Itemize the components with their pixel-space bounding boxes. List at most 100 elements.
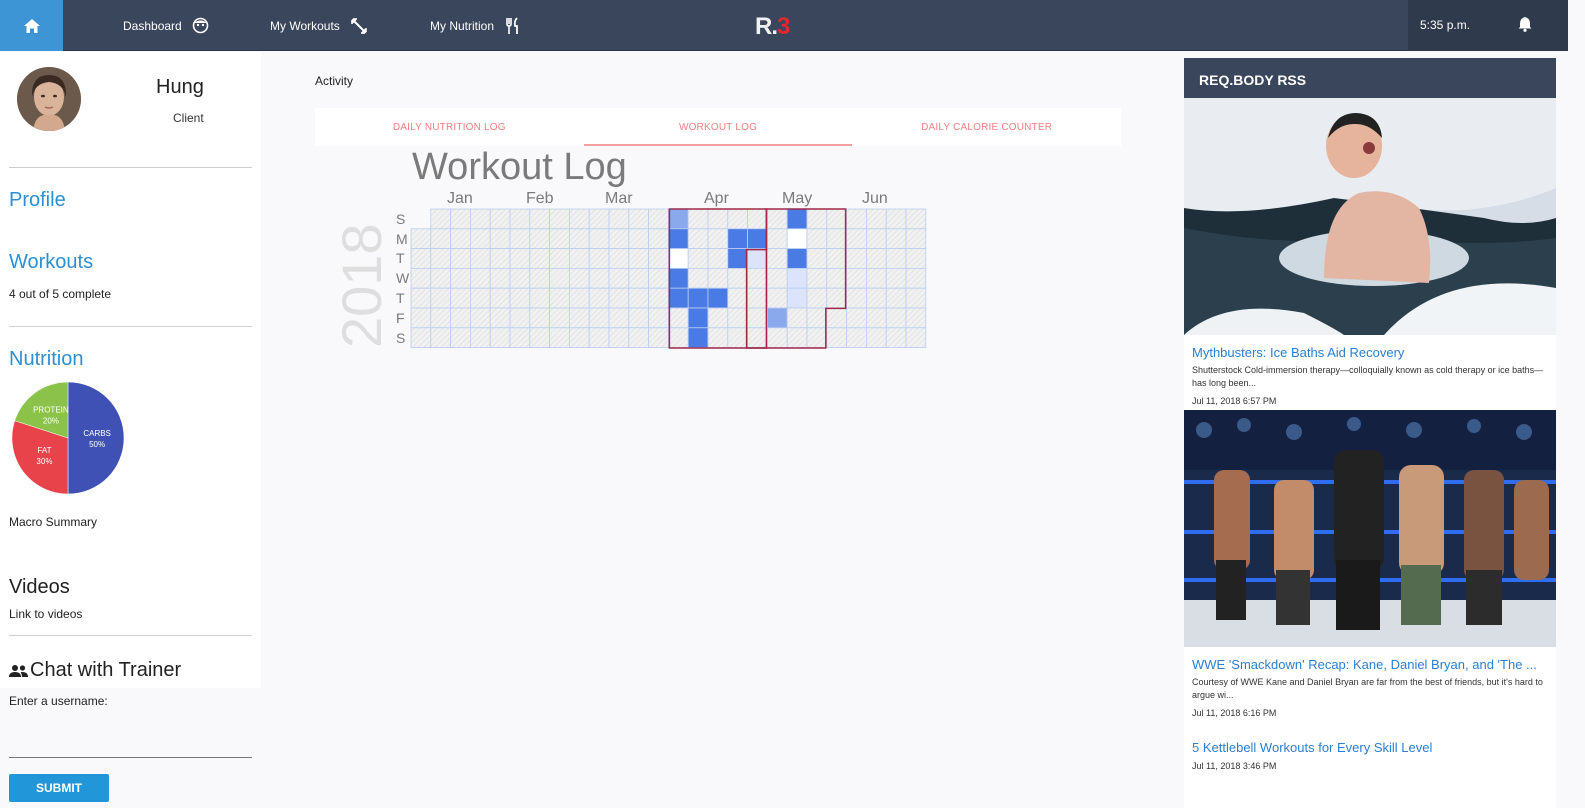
calendar-day-cell[interactable]	[727, 287, 748, 309]
calendar-day-cell[interactable]	[865, 327, 887, 349]
calendar-day-cell[interactable]	[826, 208, 847, 230]
calendar-day-cell[interactable]	[687, 208, 709, 230]
profile-link[interactable]: Profile	[9, 189, 66, 212]
calendar-day-cell[interactable]	[470, 307, 491, 329]
calendar-day-cell[interactable]	[549, 208, 570, 230]
calendar-day-cell[interactable]	[568, 287, 590, 309]
calendar-day-cell[interactable]	[489, 208, 511, 230]
nav-my-workouts[interactable]: My Workouts	[270, 0, 368, 51]
calendar-day-cell[interactable]	[450, 228, 471, 249]
calendar-day-cell[interactable]	[727, 327, 748, 349]
calendar-day-cell[interactable]	[747, 287, 768, 309]
calendar-day-cell[interactable]	[648, 287, 669, 309]
calendar-day-cell[interactable]	[766, 228, 788, 249]
calendar-day-cell[interactable]	[628, 228, 650, 249]
calendar-day-cell[interactable]	[628, 327, 650, 349]
calendar-day-cell[interactable]	[707, 228, 729, 249]
calendar-day-cell[interactable]	[628, 208, 650, 230]
calendar-day-cell[interactable]	[687, 327, 709, 349]
calendar-day-cell[interactable]	[727, 268, 748, 289]
calendar-day-cell[interactable]	[489, 248, 511, 269]
calendar-day-cell[interactable]	[865, 228, 887, 249]
calendar-day-cell[interactable]	[568, 248, 590, 269]
calendar-day-cell[interactable]	[529, 228, 551, 249]
calendar-day-cell[interactable]	[509, 248, 531, 269]
calendar-day-cell[interactable]	[648, 248, 669, 269]
calendar-day-cell[interactable]	[648, 228, 669, 249]
calendar-day-cell[interactable]	[667, 208, 689, 230]
calendar-day-cell[interactable]	[766, 248, 788, 269]
calendar-day-cell[interactable]	[410, 327, 432, 349]
calendar-day-cell[interactable]	[885, 208, 907, 230]
calendar-day-cell[interactable]	[766, 287, 788, 309]
workouts-link[interactable]: Workouts	[9, 251, 93, 274]
calendar-day-cell[interactable]	[470, 327, 491, 349]
calendar-day-cell[interactable]	[430, 228, 451, 249]
calendar-day-cell[interactable]	[747, 228, 768, 249]
calendar-day-cell[interactable]	[549, 307, 570, 329]
calendar-day-cell[interactable]	[608, 268, 630, 289]
calendar-day-cell[interactable]	[410, 248, 432, 269]
calendar-day-cell[interactable]	[450, 287, 471, 309]
calendar-day-cell[interactable]	[608, 248, 630, 269]
calendar-day-cell[interactable]	[568, 327, 590, 349]
calendar-day-cell[interactable]	[450, 327, 471, 349]
calendar-day-cell[interactable]	[450, 307, 471, 329]
calendar-day-cell[interactable]	[905, 327, 927, 349]
calendar-day-cell[interactable]	[826, 287, 847, 309]
calendar-day-cell[interactable]	[568, 208, 590, 230]
calendar-day-cell[interactable]	[489, 228, 511, 249]
calendar-day-cell[interactable]	[747, 307, 768, 329]
calendar-day-cell[interactable]	[747, 248, 768, 269]
calendar-day-cell[interactable]	[806, 268, 828, 289]
calendar-day-cell[interactable]	[529, 287, 551, 309]
calendar-day-cell[interactable]	[470, 228, 491, 249]
calendar-day-cell[interactable]	[905, 228, 927, 249]
calendar-day-cell[interactable]	[608, 228, 630, 249]
calendar-day-cell[interactable]	[806, 248, 828, 269]
nav-my-nutrition[interactable]: My Nutrition	[430, 0, 522, 51]
calendar-day-cell[interactable]	[786, 248, 808, 269]
rss-image-ice-bath[interactable]	[1184, 98, 1556, 335]
calendar-day-cell[interactable]	[905, 307, 927, 329]
calendar-day-cell[interactable]	[529, 268, 551, 289]
calendar-day-cell[interactable]	[568, 307, 590, 329]
calendar-day-cell[interactable]	[786, 208, 808, 230]
calendar-day-cell[interactable]	[608, 287, 630, 309]
calendar-day-cell[interactable]	[450, 248, 471, 269]
calendar-day-cell[interactable]	[687, 228, 709, 249]
calendar-day-cell[interactable]	[470, 287, 491, 309]
calendar-day-cell[interactable]	[806, 307, 828, 329]
calendar-day-cell[interactable]	[568, 228, 590, 249]
calendar-day-cell[interactable]	[707, 208, 729, 230]
calendar-day-cell[interactable]	[747, 268, 768, 289]
calendar-day-cell[interactable]	[786, 268, 808, 289]
calendar-day-cell[interactable]	[826, 307, 847, 329]
calendar-day-cell[interactable]	[846, 287, 867, 309]
calendar-day-cell[interactable]	[826, 268, 847, 289]
calendar-day-cell[interactable]	[786, 327, 808, 349]
calendar-day-cell[interactable]	[529, 208, 551, 230]
calendar-day-cell[interactable]	[806, 287, 828, 309]
calendar-day-cell[interactable]	[588, 228, 610, 249]
calendar-day-cell[interactable]	[865, 287, 887, 309]
calendar-day-cell[interactable]	[727, 248, 748, 269]
calendar-day-cell[interactable]	[608, 208, 630, 230]
calendar-day-cell[interactable]	[628, 248, 650, 269]
bell-icon[interactable]	[1518, 16, 1532, 37]
calendar-day-cell[interactable]	[806, 228, 828, 249]
calendar-day-cell[interactable]	[648, 268, 669, 289]
calendar-day-cell[interactable]	[430, 208, 451, 230]
calendar-day-cell[interactable]	[687, 307, 709, 329]
calendar-day-cell[interactable]	[470, 248, 491, 269]
calendar-day-cell[interactable]	[430, 248, 451, 269]
calendar-day-cell[interactable]	[826, 327, 847, 349]
calendar-day-cell[interactable]	[865, 268, 887, 289]
nutrition-link[interactable]: Nutrition	[9, 348, 83, 371]
calendar-day-cell[interactable]	[885, 248, 907, 269]
calendar-day-cell[interactable]	[885, 327, 907, 349]
calendar-day-cell[interactable]	[588, 327, 610, 349]
calendar-day-cell[interactable]	[707, 307, 729, 329]
calendar-day-cell[interactable]	[786, 287, 808, 309]
calendar-day-cell[interactable]	[826, 228, 847, 249]
